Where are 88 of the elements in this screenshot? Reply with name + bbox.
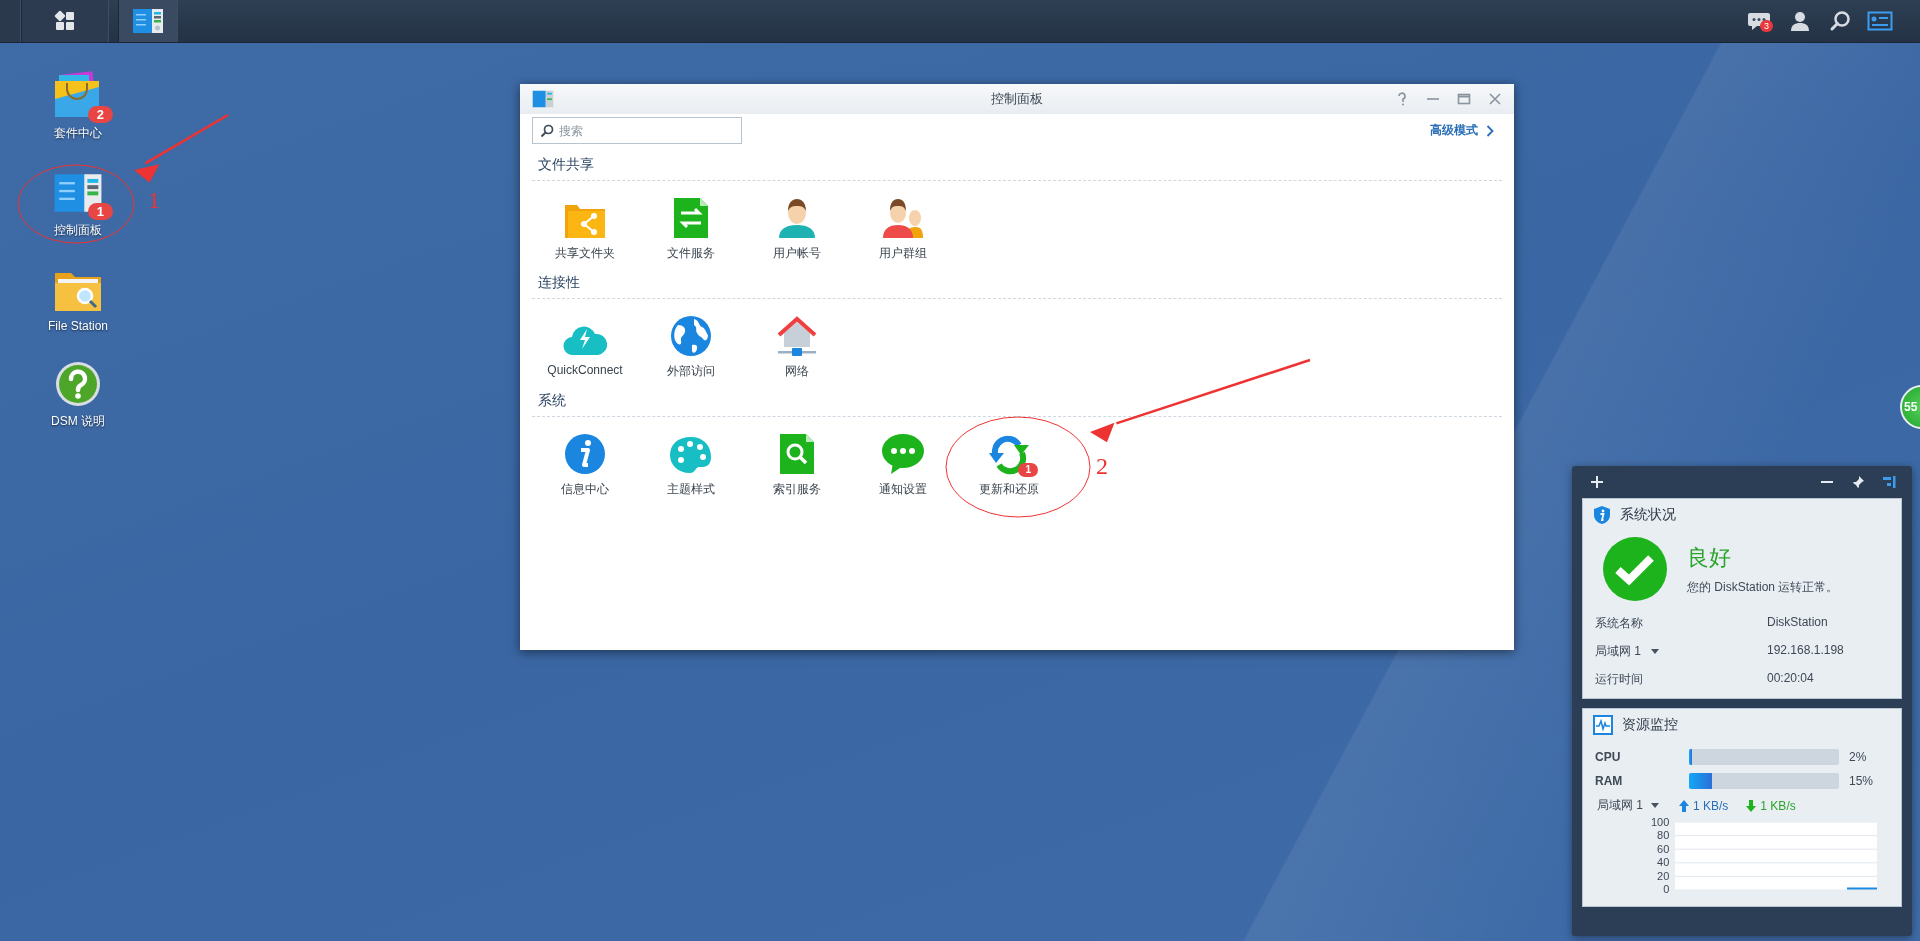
- panel-toggle-icon[interactable]: [1882, 475, 1896, 489]
- window-title: 控制面板: [991, 90, 1043, 108]
- shield-info-icon: [1593, 505, 1611, 525]
- control-panel-item[interactable]: 主题样式: [638, 431, 744, 498]
- axis-tick-label: 20: [1657, 870, 1670, 882]
- desktop-shortcut[interactable]: File Station: [22, 261, 134, 333]
- info-label: 局域网 1: [1595, 643, 1642, 660]
- info-value: 192.168.1.198: [1767, 643, 1845, 659]
- annotation-number: 1: [148, 188, 160, 212]
- grid-icon: [54, 10, 76, 32]
- advanced-mode-link[interactable]: 高级模式: [1430, 122, 1494, 139]
- user-icon: [777, 197, 817, 239]
- globe-icon: [670, 315, 712, 357]
- control-panel-item[interactable]: 共享文件夹: [532, 195, 638, 262]
- pin-icon[interactable]: [1851, 475, 1865, 489]
- notifications-button[interactable]: 3: [1740, 0, 1780, 42]
- control-panel-icon: [532, 89, 554, 109]
- annotation-number: 2: [1096, 454, 1108, 478]
- count-badge: 1: [1018, 463, 1038, 477]
- section-heading: 文件共享: [532, 156, 1502, 181]
- section-heading: 系统: [532, 392, 1502, 417]
- section-heading: 连接性: [532, 274, 1502, 299]
- usage-reading: 15%: [1849, 774, 1875, 788]
- chevron-right-icon: [1486, 124, 1494, 137]
- status-message: 您的 DiskStation 运转正常。: [1687, 578, 1839, 596]
- control-panel-icon: [132, 7, 164, 35]
- desktop-shortcut[interactable]: 2 套件中心: [22, 67, 134, 142]
- dropdown-caret-icon: [1651, 803, 1659, 808]
- axis-tick-label: 0: [1663, 884, 1670, 896]
- meter-label: CPU: [1595, 750, 1622, 764]
- file-transfer-icon: [673, 197, 709, 239]
- axis-tick-label: 100: [1651, 816, 1670, 828]
- control-panel-item[interactable]: 信息中心: [532, 431, 638, 498]
- add-icon[interactable]: [1590, 475, 1604, 489]
- control-panel-item[interactable]: 索引服务: [744, 431, 850, 498]
- desktop-shortcut[interactable]: 1 控制面板: [22, 164, 134, 239]
- axis-tick-label: 40: [1657, 857, 1670, 869]
- control-panel-item[interactable]: 文件服务: [638, 195, 744, 262]
- status-text: 良好: [1687, 543, 1732, 572]
- download-arrow-icon: [1746, 799, 1757, 812]
- axis-tick-label: 60: [1657, 843, 1670, 855]
- notification-count: 3: [1760, 20, 1773, 32]
- help-icon[interactable]: [1395, 92, 1409, 106]
- desktop-shortcut[interactable]: DSM 说明: [22, 355, 134, 430]
- user-group-icon: [883, 197, 923, 239]
- shared-folder-icon: [564, 203, 606, 239]
- download-speed: 1 KB/s: [1760, 798, 1796, 813]
- refresh-icon: [988, 435, 1030, 475]
- help-icon: [55, 361, 101, 407]
- control-panel-item[interactable]: 网络: [744, 313, 850, 380]
- network-selector[interactable]: 局域网 1: [1597, 797, 1675, 814]
- meter-label: RAM: [1595, 774, 1624, 788]
- control-panel-item[interactable]: 通知设置: [850, 431, 956, 498]
- upload-arrow-icon: [1679, 799, 1689, 812]
- taskbar-segment: [0, 0, 21, 42]
- control-panel-item[interactable]: 用户群组: [850, 195, 956, 262]
- main-menu-button[interactable]: [21, 0, 109, 42]
- count-badge: 2: [87, 106, 113, 123]
- dropdown-caret-icon[interactable]: [1651, 649, 1659, 654]
- widget-title: 系统状况: [1620, 506, 1676, 524]
- chat-bubble-icon: [881, 433, 925, 475]
- control-panel-item[interactable]: 外部访问: [638, 313, 744, 380]
- info-value: DiskStation: [1767, 615, 1829, 631]
- usage-reading: 2%: [1849, 750, 1868, 764]
- upload-speed: 1 KB/s: [1693, 798, 1729, 813]
- info-icon: [564, 433, 606, 475]
- check-circle-icon: [1603, 537, 1667, 601]
- control-panel-item[interactable]: 用户帐号: [744, 195, 850, 262]
- palette-icon: [669, 435, 713, 475]
- document-search-icon: [779, 433, 815, 475]
- search-icon: [540, 124, 554, 138]
- info-label: 系统名称: [1595, 615, 1643, 632]
- widget-title: 资源监控: [1622, 716, 1678, 734]
- close-icon[interactable]: [1488, 92, 1502, 106]
- control-panel-item[interactable]: 1 更新和还原: [956, 431, 1062, 498]
- user-icon: [1789, 10, 1811, 32]
- pulse-icon: [1593, 715, 1613, 735]
- taskbar-app-button[interactable]: [118, 0, 178, 42]
- info-value: 00:20:04: [1767, 671, 1815, 687]
- search-icon: [1829, 10, 1851, 32]
- maximize-icon[interactable]: [1457, 92, 1471, 106]
- info-label: 运行时间: [1595, 671, 1643, 688]
- house-icon: [776, 315, 818, 357]
- control-panel-item[interactable]: QuickConnect: [532, 313, 638, 380]
- id-card-icon: [1867, 10, 1893, 32]
- search-field[interactable]: 搜索: [532, 117, 742, 144]
- count-badge: 1: [87, 203, 113, 220]
- axis-tick-label: 80: [1657, 830, 1670, 842]
